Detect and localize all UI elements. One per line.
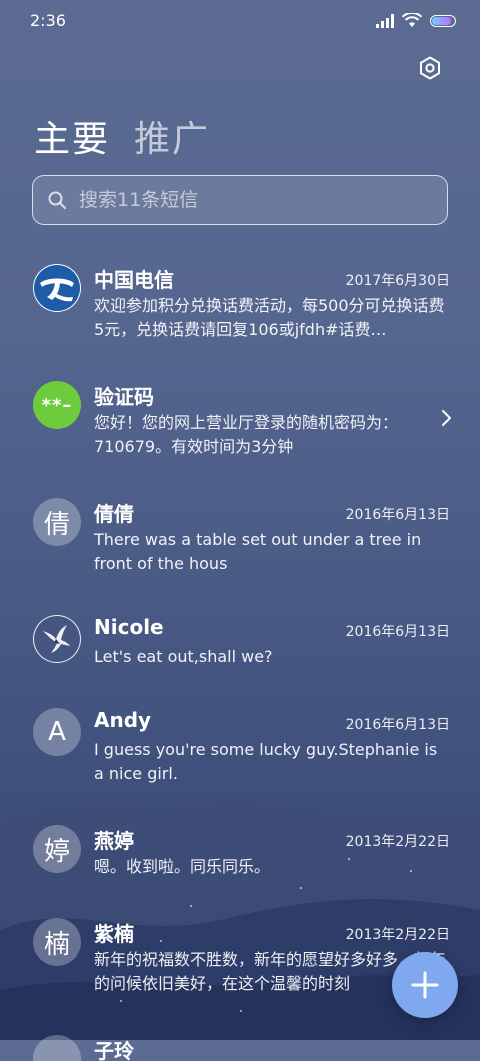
conversation-item[interactable]: 子玲 [0,1021,480,1061]
telecom-logo-avatar [33,264,81,312]
message-snippet: 嗯。收到啦。同乐同乐。 [94,857,271,876]
avatar [33,1035,81,1061]
avatar: 婷 [33,825,81,873]
message-snippet: I guess you're some lucky guy.Stephanie … [94,740,438,783]
message-date: 2017年6月30日 [345,273,450,289]
avatar: 楠 [33,918,81,966]
message-date: 2016年6月13日 [345,624,450,640]
contact-name: 子玲 [94,1039,134,1061]
conversation-item[interactable]: 婷 燕婷 2013年2月22日 嗯。收到啦。同乐同乐。 [0,811,480,904]
avatar: A [33,708,81,756]
search-input[interactable] [77,188,421,212]
wifi-icon [402,13,422,27]
contact-name: Nicole [94,615,164,639]
message-date: 2013年2月22日 [345,927,450,943]
conversation-list: 中国电信 2017年6月30日 欢迎参加积分兑换话费活动，每500分可兑换话费5… [0,250,480,1061]
contact-name: 紫楠 [94,922,134,946]
message-date: 2013年2月22日 [345,834,450,850]
contact-name: 验证码 [94,385,154,409]
conversation-item[interactable]: **– 验证码 您好！您的网上营业厅登录的随机密码为：710679。有效时间为3… [0,367,480,484]
china-telecom-logo-icon [34,265,80,311]
message-date: 2016年6月13日 [345,717,450,733]
avatar: 倩 [33,498,81,546]
search-icon [48,191,66,209]
signal-icon [376,13,394,28]
conversation-item[interactable]: 倩 倩倩 2016年6月13日 There was a table set ou… [0,484,480,601]
settings-button[interactable] [416,54,444,82]
contact-name: 中国电信 [94,268,174,292]
contact-name: 倩倩 [94,502,134,526]
conversation-item[interactable]: A Andy 2016年6月13日 I guess you're some lu… [0,694,480,811]
crane-bird-icon [43,625,70,653]
contact-name: 燕婷 [94,829,134,853]
battery-fill [432,16,452,25]
contact-name: Andy [94,708,152,732]
message-snippet: 欢迎参加积分兑换话费活动，每500分可兑换话费5元，兑换话费请回复106或jfd… [94,296,445,339]
status-icons [376,13,456,28]
plus-icon [411,971,439,999]
tab-main[interactable]: 主要 [34,110,110,162]
message-snippet: 您好！您的网上营业厅登录的随机密码为：710679。有效时间为3分钟 [94,413,399,456]
tab-promotions[interactable]: 推广 [134,110,210,162]
conversation-item[interactable]: Nicole 2016年6月13日 Let's eat out,shall we… [0,601,480,694]
gear-icon [420,56,440,80]
verification-code-avatar: **– [33,381,81,429]
status-time: 2:36 [30,11,66,30]
message-date: 2016年6月13日 [345,507,450,523]
compose-button[interactable] [392,952,458,1018]
status-bar: 2:36 [0,0,480,40]
message-snippet: There was a table set out under a tree i… [94,530,422,573]
tab-bar: 主要 推广 [34,110,210,162]
message-snippet: Let's eat out,shall we? [94,647,273,666]
conversation-item[interactable]: 中国电信 2017年6月30日 欢迎参加积分兑换话费活动，每500分可兑换话费5… [0,250,480,367]
search-bar[interactable] [32,175,448,225]
chevron-right-icon[interactable] [440,409,452,427]
battery-icon [430,14,456,27]
avatar [33,615,81,663]
